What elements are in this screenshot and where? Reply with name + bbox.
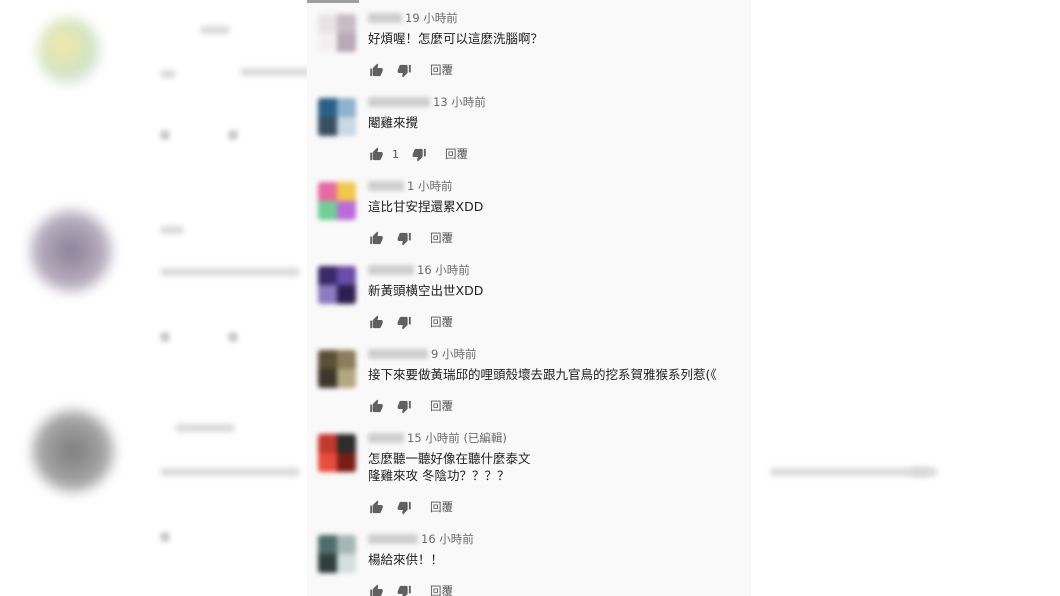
avatar[interactable] bbox=[318, 266, 356, 304]
reply-button[interactable]: 回覆 bbox=[430, 499, 453, 515]
comment-time[interactable]: 16 小時前 bbox=[421, 531, 474, 547]
thumbs-up-icon[interactable] bbox=[369, 147, 384, 162]
comment-actions: 回覆 bbox=[369, 499, 453, 515]
thumbs-up-icon[interactable] bbox=[369, 63, 384, 78]
author-name-blurred[interactable] bbox=[368, 349, 428, 359]
thumbs-down-icon[interactable] bbox=[397, 399, 412, 414]
comment-text-line: 這比甘安捏還累XDD bbox=[368, 199, 484, 214]
comment-text-line: 楊給來供！！ bbox=[368, 552, 444, 567]
author-name-blurred[interactable] bbox=[368, 13, 402, 23]
comment-meta: 16 小時前 bbox=[368, 531, 474, 547]
comment-actions: 回覆 bbox=[369, 62, 453, 78]
comment-text-line: 隆雞來攻 冬陰功？？？？ bbox=[368, 468, 510, 483]
comment-meta: 1 小時前 bbox=[368, 178, 452, 194]
thumbs-down-icon[interactable] bbox=[397, 315, 412, 330]
comment-item: 19 小時前好煩喔！怎麼可以這麼洗腦啊？ 回覆 bbox=[307, 7, 751, 87]
author-name-blurred[interactable] bbox=[368, 534, 418, 544]
comment-time[interactable]: 13 小時前 bbox=[433, 94, 486, 110]
avatar[interactable] bbox=[318, 182, 356, 220]
comment-item: 15 小時前 (已編輯) 怎麼聽一聽好像在聽什麼泰文 隆雞來攻 冬陰功？？？？ 回覆 bbox=[307, 427, 751, 514]
thumbs-down-icon[interactable] bbox=[397, 63, 412, 78]
thumbs-down-icon[interactable] bbox=[397, 500, 412, 515]
author-name-blurred[interactable] bbox=[368, 97, 430, 107]
thumbs-up-icon[interactable] bbox=[369, 315, 384, 330]
author-name-blurred[interactable] bbox=[368, 181, 404, 191]
thumbs-up-icon[interactable] bbox=[369, 584, 384, 596]
comment-text-line: 閹雞來攪 bbox=[368, 115, 419, 130]
comment-actions: 回覆 bbox=[369, 398, 453, 414]
comment-text: 怎麼聽一聽好像在聽什麼泰文 隆雞來攻 冬陰功？？？？ bbox=[368, 450, 531, 484]
avatar[interactable] bbox=[318, 98, 356, 136]
comment-meta: 13 小時前 bbox=[368, 94, 486, 110]
comment-actions: 回覆 bbox=[369, 230, 453, 246]
author-name-blurred[interactable] bbox=[368, 265, 414, 275]
comment-text-line: 怎麼聽一聽好像在聽什麼泰文 bbox=[368, 451, 531, 466]
thumbs-up-icon[interactable] bbox=[369, 399, 384, 414]
like-count: 1 bbox=[392, 147, 399, 161]
comment-text-line: 新黃頭横空出世XDD bbox=[368, 283, 484, 298]
comment-time[interactable]: 15 小時前 (已編輯) bbox=[407, 430, 507, 446]
comment-meta: 16 小時前 bbox=[368, 262, 470, 278]
comments-panel: 19 小時前 好煩喔！怎麼可以這麼洗腦啊？ 回覆 13 小時前 閹雞來攪 1 回覆 1 小時前… bbox=[307, 0, 751, 596]
thumbs-down-icon[interactable] bbox=[397, 231, 412, 246]
comment-text: 好煩喔！怎麼可以這麼洗腦啊？ bbox=[368, 30, 543, 47]
reply-button[interactable]: 回覆 bbox=[445, 146, 468, 162]
comment-text: 新黃頭横空出世XDD bbox=[368, 282, 483, 299]
comment-meta: 15 小時前 (已編輯) bbox=[368, 430, 507, 446]
comment-meta: 19 小時前 bbox=[368, 10, 458, 26]
comment-time[interactable]: 9 小時前 bbox=[431, 346, 476, 362]
author-name-blurred[interactable] bbox=[368, 433, 404, 443]
thumbs-down-icon[interactable] bbox=[412, 147, 427, 162]
comment-time[interactable]: 16 小時前 bbox=[417, 262, 470, 278]
reply-button[interactable]: 回覆 bbox=[430, 583, 453, 596]
avatar[interactable] bbox=[318, 434, 356, 472]
comment-meta: 9 小時前 bbox=[368, 346, 476, 362]
comment-item: 9 小時前接下來要做黃瑞邱的哩頭殼壞去跟九官鳥的挖系賀雅猴系列惹(《回覆 bbox=[307, 343, 751, 423]
avatar[interactable] bbox=[318, 535, 356, 573]
thumbs-down-icon[interactable] bbox=[397, 584, 412, 596]
comment-text: 接下來要做黃瑞邱的哩頭殼壞去跟九官鳥的挖系賀雅猴系列惹(《 bbox=[368, 366, 717, 383]
comment-actions: 回覆 bbox=[369, 314, 453, 330]
comment-text-line: 好煩喔！怎麼可以這麼洗腦啊？ bbox=[368, 31, 544, 46]
comment-text: 這比甘安捏還累XDD bbox=[368, 198, 483, 215]
avatar[interactable] bbox=[318, 350, 356, 388]
comment-text: 楊給來供！！ bbox=[368, 551, 443, 568]
reply-button[interactable]: 回覆 bbox=[430, 230, 453, 246]
top-strip bbox=[307, 0, 359, 3]
reply-button[interactable]: 回覆 bbox=[430, 398, 453, 414]
comment-item: 16 小時前新黃頭横空出世XDD 回覆 bbox=[307, 259, 751, 339]
comment-text-line: 接下來要做黃瑞邱的哩頭殼壞去跟九官鳥的挖系賀雅猴系列惹(《 bbox=[368, 367, 717, 382]
comment-item: 13 小時前 閹雞來攪 1 回覆 bbox=[307, 91, 751, 171]
comment-item: 16 小時前楊給來供！！ 回覆 bbox=[307, 528, 751, 596]
comment-item: 1 小時前這比甘安捏還累XDD 回覆 bbox=[307, 175, 751, 255]
thumbs-up-icon[interactable] bbox=[369, 500, 384, 515]
comment-text: 閹雞來攪 bbox=[368, 114, 418, 131]
avatar[interactable] bbox=[318, 14, 356, 52]
reply-button[interactable]: 回覆 bbox=[430, 314, 453, 330]
reply-button[interactable]: 回覆 bbox=[430, 62, 453, 78]
comment-time[interactable]: 19 小時前 bbox=[405, 10, 458, 26]
comment-actions: 回覆 bbox=[369, 583, 453, 596]
comment-time[interactable]: 1 小時前 bbox=[407, 178, 452, 194]
thumbs-up-icon[interactable] bbox=[369, 231, 384, 246]
comment-actions: 1 回覆 bbox=[369, 146, 468, 162]
